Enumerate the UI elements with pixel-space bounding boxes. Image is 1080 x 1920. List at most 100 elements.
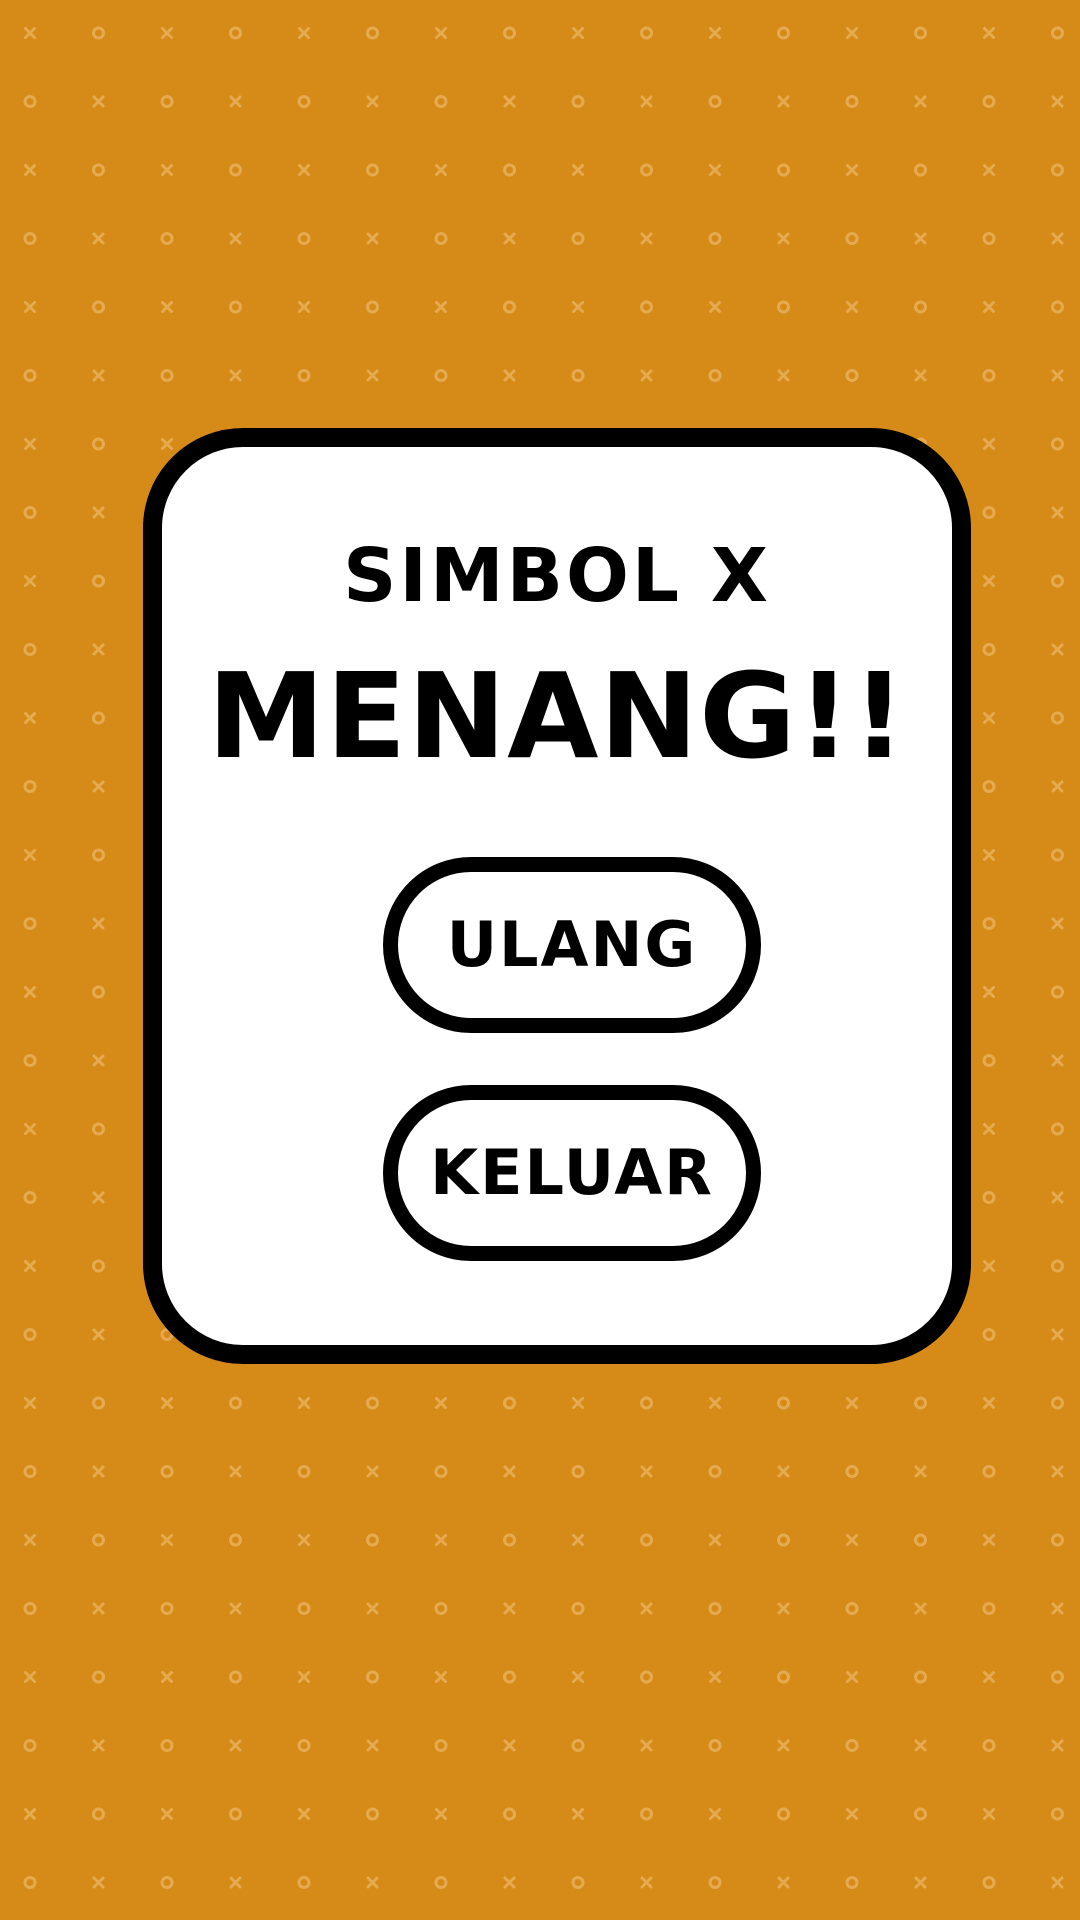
pattern-x-icon — [777, 1602, 790, 1615]
pattern-o-icon — [571, 369, 585, 382]
pattern-o-icon — [503, 1396, 516, 1410]
pattern-x-icon — [777, 1465, 790, 1478]
pattern-x-icon — [503, 95, 516, 108]
pattern-o-icon — [708, 1465, 722, 1478]
pattern-x-icon — [503, 1465, 516, 1478]
pattern-x-icon — [572, 1808, 584, 1820]
pattern-o-icon — [845, 1739, 859, 1752]
pattern-o-icon — [708, 1739, 722, 1752]
pattern-x-icon — [983, 1397, 995, 1409]
pattern-x-icon — [92, 1465, 105, 1478]
pattern-o-icon — [297, 369, 311, 382]
pattern-o-icon — [23, 643, 37, 656]
pattern-o-icon — [1051, 574, 1064, 588]
pattern-x-icon — [1051, 643, 1064, 656]
pattern-o-icon — [845, 1602, 859, 1615]
pattern-x-icon — [298, 1397, 310, 1409]
pattern-o-icon — [434, 1876, 448, 1889]
pattern-x-icon — [24, 849, 36, 861]
pattern-x-icon — [229, 1739, 242, 1752]
pattern-o-icon — [1051, 1396, 1064, 1410]
pattern-x-icon — [92, 917, 105, 930]
pattern-o-icon — [1051, 1122, 1064, 1136]
pattern-o-icon — [229, 26, 242, 40]
pattern-x-icon — [229, 1465, 242, 1478]
pattern-x-icon — [983, 1260, 995, 1272]
pattern-x-icon — [983, 1123, 995, 1135]
pattern-x-icon — [92, 1328, 105, 1341]
pattern-x-icon — [366, 1602, 379, 1615]
pattern-o-icon — [297, 1465, 311, 1478]
pattern-x-icon — [640, 95, 653, 108]
pattern-x-icon — [229, 232, 242, 245]
pattern-x-icon — [640, 1876, 653, 1889]
pattern-o-icon — [23, 95, 37, 108]
pattern-o-icon — [914, 1807, 927, 1821]
pattern-o-icon — [1051, 163, 1064, 177]
pattern-o-icon — [982, 369, 996, 382]
pattern-x-icon — [161, 438, 173, 450]
pattern-o-icon — [640, 163, 653, 177]
pattern-o-icon — [708, 369, 722, 382]
pattern-o-icon — [640, 1396, 653, 1410]
pattern-x-icon — [1051, 1054, 1064, 1067]
exit-button-label: KELUAR — [430, 1136, 714, 1209]
pattern-x-icon — [1051, 232, 1064, 245]
pattern-x-icon — [983, 27, 995, 39]
pattern-x-icon — [92, 1739, 105, 1752]
pattern-x-icon — [1051, 780, 1064, 793]
pattern-x-icon — [298, 301, 310, 313]
pattern-o-icon — [23, 1328, 37, 1341]
pattern-o-icon — [23, 1876, 37, 1889]
pattern-o-icon — [160, 1465, 174, 1478]
pattern-x-icon — [914, 369, 927, 382]
pattern-x-icon — [777, 1876, 790, 1889]
pattern-x-icon — [24, 438, 36, 450]
pattern-o-icon — [982, 95, 996, 108]
pattern-x-icon — [24, 301, 36, 313]
pattern-x-icon — [914, 232, 927, 245]
pattern-o-icon — [982, 506, 996, 519]
restart-button-label: ULANG — [446, 908, 698, 981]
pattern-o-icon — [92, 1533, 105, 1547]
pattern-x-icon — [435, 1397, 447, 1409]
pattern-o-icon — [640, 26, 653, 40]
pattern-o-icon — [982, 1054, 996, 1067]
pattern-x-icon — [709, 301, 721, 313]
pattern-x-icon — [24, 712, 36, 724]
pattern-o-icon — [23, 1465, 37, 1478]
restart-button[interactable]: ULANG — [383, 857, 761, 1033]
pattern-o-icon — [297, 1739, 311, 1752]
pattern-x-icon — [229, 369, 242, 382]
pattern-x-icon — [983, 164, 995, 176]
pattern-o-icon — [1051, 985, 1064, 999]
pattern-o-icon — [914, 1396, 927, 1410]
pattern-o-icon — [1051, 848, 1064, 862]
pattern-o-icon — [982, 780, 996, 793]
pattern-x-icon — [846, 1671, 858, 1683]
pattern-o-icon — [366, 300, 379, 314]
exit-button[interactable]: KELUAR — [383, 1085, 761, 1261]
pattern-o-icon — [1051, 26, 1064, 40]
pattern-o-icon — [92, 1807, 105, 1821]
pattern-o-icon — [366, 1396, 379, 1410]
pattern-o-icon — [366, 1670, 379, 1684]
pattern-x-icon — [777, 232, 790, 245]
pattern-x-icon — [229, 95, 242, 108]
pattern-x-icon — [298, 27, 310, 39]
pattern-x-icon — [24, 27, 36, 39]
pattern-x-icon — [640, 232, 653, 245]
pattern-o-icon — [434, 1739, 448, 1752]
pattern-x-icon — [366, 95, 379, 108]
pattern-o-icon — [23, 917, 37, 930]
pattern-x-icon — [92, 369, 105, 382]
pattern-o-icon — [982, 232, 996, 245]
pattern-x-icon — [914, 1465, 927, 1478]
pattern-x-icon — [92, 95, 105, 108]
pattern-o-icon — [1051, 1670, 1064, 1684]
pattern-x-icon — [161, 1534, 173, 1546]
pattern-o-icon — [23, 506, 37, 519]
pattern-x-icon — [572, 301, 584, 313]
pattern-x-icon — [983, 712, 995, 724]
pattern-x-icon — [92, 506, 105, 519]
